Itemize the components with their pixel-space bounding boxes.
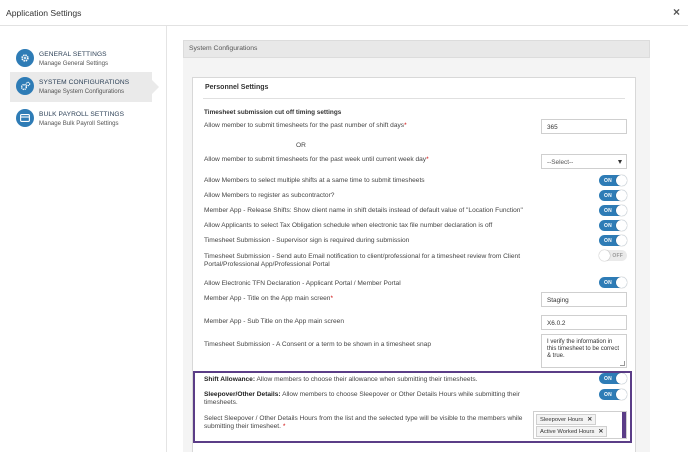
toggle-knob — [616, 220, 627, 231]
app-title-label: Member App - Title on the App main scree… — [204, 295, 334, 302]
setting-label: Timesheet Submission - Supervisor sign i… — [204, 237, 410, 244]
setting-label: Allow Electronic TFN Declaration - Appli… — [204, 280, 401, 287]
toggle-state: ON — [604, 391, 612, 398]
select-value: --Select-- — [547, 159, 574, 166]
consent-textarea[interactable]: I verify the information in this timeshe… — [541, 334, 627, 368]
chevron-down-icon — [618, 160, 622, 164]
toggle-state: ON — [604, 375, 612, 382]
past-days-input[interactable]: 365 — [541, 119, 627, 134]
toggle-knob — [616, 373, 627, 384]
sidebar-item-title: SYSTEM CONFIGURATIONS — [39, 79, 130, 86]
shift-allowance-label: Shift Allowance: Allow members to choose… — [204, 376, 478, 383]
setting-label: Timesheet Submission - Send auto Email n… — [204, 253, 521, 268]
toggle-knob — [616, 277, 627, 288]
toggle-state: ON — [604, 192, 612, 199]
toggle-knob — [599, 250, 610, 261]
or-label: OR — [296, 142, 306, 149]
toggle-state: ON — [604, 177, 612, 184]
window-title: Application Settings — [6, 8, 82, 18]
resize-handle-icon[interactable] — [620, 361, 625, 366]
toggle-supervisor-sign[interactable]: ON — [599, 235, 627, 246]
toggle-sleepover[interactable]: ON — [599, 389, 627, 400]
sidebar: GENERAL SETTINGS Manage General Settings… — [0, 26, 167, 452]
toggle-auto-email-notification[interactable]: OFF — [599, 250, 627, 261]
consent-text: I verify the information in this timeshe… — [547, 339, 620, 360]
panel-title: Personnel Settings — [205, 84, 269, 91]
sidebar-item-title: BULK PAYROLL SETTINGS — [39, 111, 125, 118]
tag-sleepover-hours: Sleepover Hours ✕ — [536, 414, 597, 425]
remove-tag-icon[interactable]: ✕ — [587, 417, 592, 423]
setting-label: Allow Members to register as subcontract… — [204, 192, 335, 199]
sidebar-item-title: GENERAL SETTINGS — [39, 51, 107, 58]
title-bar: Application Settings × — [0, 0, 688, 26]
consent-label: Timesheet Submission - A Consent or a te… — [204, 341, 431, 348]
sleepover-label: Sleepover/Other Details: Allow members t… — [204, 391, 520, 406]
hours-select-label: Select Sleepover / Other Details Hours f… — [204, 415, 523, 430]
sidebar-item-subtitle: Manage General Settings — [39, 60, 109, 67]
sidebar-item-general-settings[interactable]: GENERAL SETTINGS Manage General Settings — [10, 44, 152, 74]
app-subtitle-label: Member App - Sub Title on the App main s… — [204, 318, 345, 325]
toggle-knob — [616, 389, 627, 400]
toggle-subcontractor[interactable]: ON — [599, 190, 627, 201]
toggle-tax-obligation[interactable]: ON — [599, 220, 627, 231]
sidebar-item-bulk-payroll-settings[interactable]: BULK PAYROLL SETTINGS Manage Bulk Payrol… — [10, 104, 152, 134]
toggle-state: ON — [604, 279, 612, 286]
sidebar-item-subtitle: Manage System Configurations — [39, 88, 125, 95]
section-header: System Configurations — [183, 40, 650, 58]
toggle-knob — [616, 175, 627, 186]
gear-icon — [16, 49, 34, 67]
past-days-label: Allow member to submit timesheets for th… — [204, 122, 407, 129]
app-title-input[interactable]: Staging — [541, 292, 627, 307]
toggle-knob — [616, 205, 627, 216]
sidebar-item-system-configurations[interactable]: SYSTEM CONFIGURATIONS Manage System Conf… — [10, 72, 159, 102]
toggle-knob — [616, 190, 627, 201]
app-subtitle-input[interactable]: X6.0.2 — [541, 315, 627, 330]
setting-label: Allow Members to select multiple shifts … — [204, 177, 425, 184]
remove-tag-icon[interactable]: ✕ — [598, 429, 603, 435]
past-week-label: Allow member to submit timesheets for th… — [204, 156, 429, 163]
past-week-select[interactable]: --Select-- — [541, 154, 627, 169]
card-icon — [16, 109, 34, 127]
tag-active-worked-hours: Active Worked Hours ✕ — [536, 426, 608, 437]
toggle-shift-allowance[interactable]: ON — [599, 373, 627, 384]
toggle-state: ON — [604, 222, 612, 229]
section-title: System Configurations — [189, 45, 258, 52]
sidebar-item-subtitle: Manage Bulk Payroll Settings — [39, 120, 119, 127]
toggle-state: OFF — [612, 252, 623, 259]
hours-multiselect[interactable]: Sleepover Hours ✕ Active Worked Hours ✕ — [533, 411, 627, 439]
scrollbar[interactable] — [622, 412, 626, 438]
setting-label: Member App - Release Shifts: Show client… — [204, 207, 523, 214]
toggle-electronic-tfn[interactable]: ON — [599, 277, 627, 288]
toggle-multiple-shifts[interactable]: ON — [599, 175, 627, 186]
toggle-state: ON — [604, 207, 612, 214]
toggle-state: ON — [604, 237, 612, 244]
timesheet-cutoff-heading: Timesheet submission cut off timing sett… — [204, 109, 342, 116]
divider — [203, 98, 625, 99]
gears-icon — [16, 77, 34, 95]
setting-label: Allow Applicants to select Tax Obligatio… — [204, 222, 493, 229]
close-icon[interactable]: × — [673, 5, 680, 19]
toggle-release-shifts-client-name[interactable]: ON — [599, 205, 627, 216]
toggle-knob — [616, 235, 627, 246]
